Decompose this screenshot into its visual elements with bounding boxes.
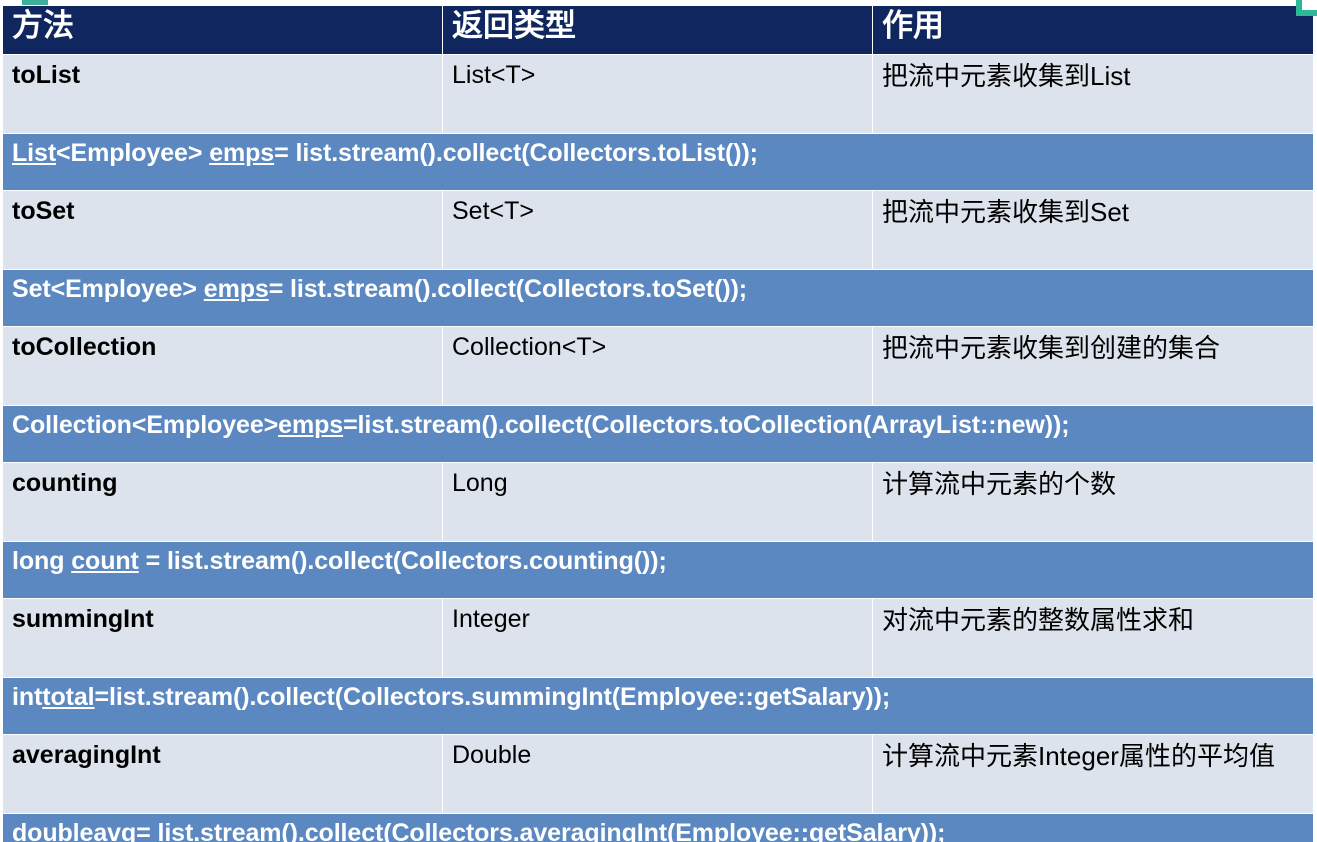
method-name-cell: toSet <box>2 190 443 270</box>
slide-canvas: 方法 返回类型 作用 toList List<T> 把流中元素收集到List L… <box>0 0 1317 842</box>
code-row: Collection<Employee>emps=list.stream().c… <box>2 405 1314 463</box>
description-cell: 对流中元素的整数属性求和 <box>872 598 1314 678</box>
code-text: Set<Employee> emps= list.stream().collec… <box>12 275 748 303</box>
table-row: toSet Set<T> 把流中元素收集到Set <box>2 190 1314 270</box>
code-example-cell: Collection<Employee>emps=list.stream().c… <box>2 405 1314 463</box>
method-name-cell: toCollection <box>2 326 443 406</box>
return-type-cell: Double <box>442 734 873 814</box>
code-example-cell: doubleavg= list.stream().collect(Collect… <box>2 813 1314 842</box>
column-header-return-type: 返回类型 <box>442 4 873 55</box>
description-cell: 把流中元素收集到Set <box>872 190 1314 270</box>
code-text: long count = list.stream().collect(Colle… <box>12 547 667 575</box>
method-name-cell: counting <box>2 462 443 542</box>
method-name-cell: toList <box>2 54 443 134</box>
code-row: doubleavg= list.stream().collect(Collect… <box>2 813 1314 842</box>
table-row: summingInt Integer 对流中元素的整数属性求和 <box>2 598 1314 678</box>
code-row: long count = list.stream().collect(Colle… <box>2 541 1314 599</box>
table-row: toList List<T> 把流中元素收集到List <box>2 54 1314 134</box>
decorative-frame-right-inner-icon <box>1302 0 1317 10</box>
return-type-cell: List<T> <box>442 54 873 134</box>
column-header-method: 方法 <box>2 4 443 55</box>
description-cell: 计算流中元素Integer属性的平均值 <box>872 734 1314 814</box>
code-row: inttotal=list.stream().collect(Collector… <box>2 677 1314 735</box>
table-header-row: 方法 返回类型 作用 <box>2 4 1314 55</box>
method-name-cell: summingInt <box>2 598 443 678</box>
code-text: List<Employee> emps= list.stream().colle… <box>12 139 758 167</box>
description-cell: 把流中元素收集到创建的集合 <box>872 326 1314 406</box>
return-type-cell: Long <box>442 462 873 542</box>
description-cell: 把流中元素收集到List <box>872 54 1314 134</box>
code-row: List<Employee> emps= list.stream().colle… <box>2 133 1314 191</box>
code-example-cell: List<Employee> emps= list.stream().colle… <box>2 133 1314 191</box>
code-row: Set<Employee> emps= list.stream().collec… <box>2 269 1314 327</box>
code-example-cell: long count = list.stream().collect(Colle… <box>2 541 1314 599</box>
collectors-table: 方法 返回类型 作用 toList List<T> 把流中元素收集到List L… <box>2 4 1314 842</box>
return-type-cell: Integer <box>442 598 873 678</box>
code-text: inttotal=list.stream().collect(Collector… <box>12 683 891 711</box>
method-name-cell: averagingInt <box>2 734 443 814</box>
code-text: Collection<Employee>emps=list.stream().c… <box>12 411 1070 439</box>
return-type-cell: Collection<T> <box>442 326 873 406</box>
decorative-frame-left-icon <box>22 0 48 5</box>
code-example-cell: Set<Employee> emps= list.stream().collec… <box>2 269 1314 327</box>
column-header-effect: 作用 <box>872 4 1314 55</box>
table-row: averagingInt Double 计算流中元素Integer属性的平均值 <box>2 734 1314 814</box>
table-row: toCollection Collection<T> 把流中元素收集到创建的集合 <box>2 326 1314 406</box>
description-cell: 计算流中元素的个数 <box>872 462 1314 542</box>
code-text: doubleavg= list.stream().collect(Collect… <box>12 819 946 842</box>
table-row: counting Long 计算流中元素的个数 <box>2 462 1314 542</box>
code-example-cell: inttotal=list.stream().collect(Collector… <box>2 677 1314 735</box>
return-type-cell: Set<T> <box>442 190 873 270</box>
